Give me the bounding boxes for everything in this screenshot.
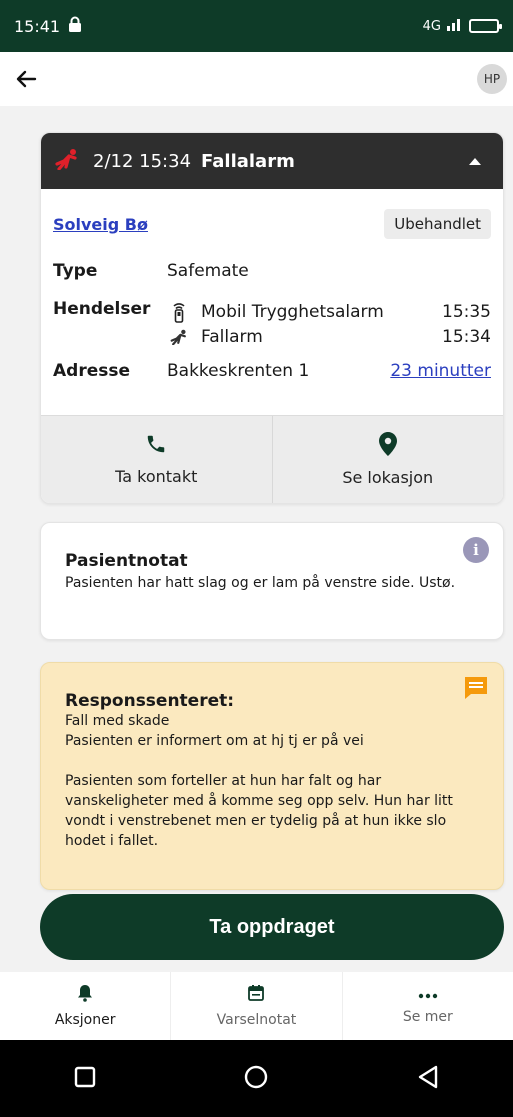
alarm-date: 2/12 15:34	[93, 150, 192, 172]
patient-name-link[interactable]: Solveig Bø	[53, 215, 148, 234]
type-value: Safemate	[167, 261, 249, 281]
events-row: Hendelser Mobil Trygghetsalarm 15:35 Fal	[53, 299, 491, 349]
avatar[interactable]: HP	[477, 64, 507, 94]
app-bar: HP	[0, 52, 513, 106]
response-center-card: Responssenteret: Fall med skade Pasiente…	[40, 662, 504, 890]
status-bar: 15:41 4G	[0, 0, 513, 52]
nav-notes-label: Varselnotat	[216, 1012, 297, 1028]
alarm-details: Solveig Bø Ubehandlet Type Safemate Hend…	[41, 189, 503, 415]
address-value: Bakkeskrenten 1	[167, 361, 310, 381]
contact-label: Ta kontakt	[115, 467, 198, 486]
back-triangle-icon[interactable]	[417, 1065, 439, 1093]
nav-more-label: Se mer	[402, 1009, 453, 1025]
location-pin-icon	[378, 432, 397, 460]
type-label: Type	[53, 261, 98, 281]
home-circle-icon[interactable]	[244, 1065, 268, 1093]
nav-actions-label: Aksjoner	[54, 1012, 116, 1028]
nav-more[interactable]: Se mer	[341, 972, 513, 1040]
nav-actions[interactable]: Aksjoner	[0, 972, 170, 1040]
phone-icon	[145, 433, 167, 459]
info-icon[interactable]: i	[463, 537, 489, 563]
response-line: Pasienten er informert om at hj tj er på…	[65, 733, 364, 749]
events-label: Hendelser	[53, 299, 151, 319]
patient-note-title: Pasientnotat	[65, 551, 188, 571]
contact-button[interactable]: Ta kontakt	[41, 416, 272, 503]
alarm-header[interactable]: 2/12 15:34 Fallalarm	[41, 133, 503, 189]
type-row: Type Safemate	[53, 261, 491, 281]
system-nav-bar	[0, 1040, 513, 1117]
bell-icon	[77, 984, 93, 1006]
event-item: Mobil Trygghetsalarm 15:35	[167, 299, 491, 324]
response-paragraph: Pasienten som forteller at hun har falt …	[65, 773, 453, 849]
event-item: Fallarm 15:34	[167, 324, 491, 349]
location-button[interactable]: Se lokasjon	[271, 416, 504, 503]
bottom-nav: Aksjoner Varselnotat Se mer	[0, 972, 513, 1040]
events-list: Mobil Trygghetsalarm 15:35 Fallarm 15:34	[167, 299, 491, 349]
address-label: Adresse	[53, 361, 131, 381]
recents-square-icon[interactable]	[74, 1066, 96, 1092]
alarm-title: Fallalarm	[201, 150, 295, 172]
collapse-caret-icon[interactable]	[469, 157, 481, 165]
alarm-actions: Ta kontakt Se lokasjon	[41, 415, 503, 503]
calendar-icon	[247, 984, 265, 1006]
event-name: Mobil Trygghetsalarm	[201, 301, 384, 322]
chat-icon[interactable]	[463, 675, 489, 705]
nav-notes[interactable]: Varselnotat	[170, 972, 341, 1040]
mobile-alarm-icon	[167, 301, 191, 323]
response-title: Responssenteret:	[65, 691, 235, 711]
event-time: 15:35	[442, 301, 491, 322]
address-row: Adresse Bakkeskrenten 1 23 minutter	[53, 361, 491, 381]
main-content: 2/12 15:34 Fallalarm Solveig Bø Ubehandl…	[0, 106, 513, 972]
patient-note-text: Pasienten har hatt slag og er lam på ven…	[65, 575, 456, 591]
signal-icon	[447, 17, 463, 35]
event-time: 15:34	[442, 326, 491, 347]
status-time: 15:41	[14, 16, 61, 36]
fall-icon	[55, 148, 79, 175]
alarm-card: 2/12 15:34 Fallalarm Solveig Bø Ubehandl…	[40, 132, 504, 504]
status-badge: Ubehandlet	[384, 209, 491, 239]
battery-icon	[469, 19, 502, 33]
status-right: 4G	[422, 17, 502, 35]
more-dots-icon	[418, 987, 438, 1003]
back-arrow-icon[interactable]	[8, 61, 44, 97]
distance-link[interactable]: 23 minutter	[390, 361, 491, 381]
location-label: Se lokasjon	[342, 468, 434, 487]
fall-icon	[167, 329, 191, 345]
lock-icon	[68, 16, 82, 36]
event-name: Fallarm	[201, 326, 263, 347]
take-assignment-button[interactable]: Ta oppdraget	[40, 894, 504, 960]
patient-note-card: Pasientnotat Pasienten har hatt slag og …	[40, 522, 504, 640]
response-line: Fall med skade	[65, 713, 170, 729]
signal-text: 4G	[422, 18, 441, 34]
